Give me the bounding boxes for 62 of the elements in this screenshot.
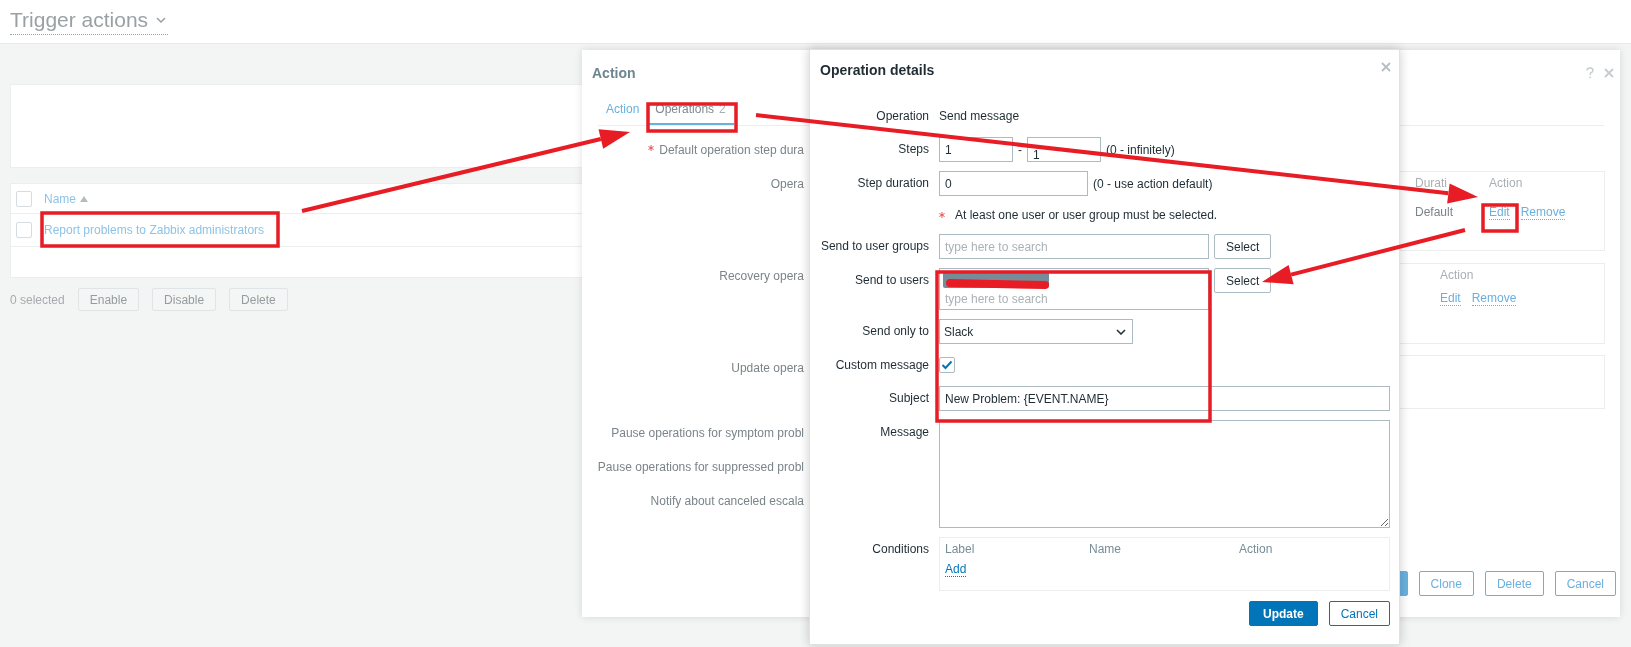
- field-value: Send message: [939, 109, 1020, 123]
- field-label: Send to user groups: [820, 239, 929, 253]
- field-label: Message: [880, 425, 929, 439]
- dialog-button[interactable]: Delete: [1484, 571, 1544, 596]
- update-button[interactable]: Update: [1248, 601, 1318, 626]
- checkbox[interactable]: [16, 222, 32, 238]
- dropdown[interactable]: Slack: [939, 319, 1133, 344]
- dialog-title: Action: [592, 65, 636, 81]
- message-field[interactable]: [939, 420, 1390, 528]
- highlight-box: [1481, 203, 1519, 233]
- table-cell-text: Default: [1415, 205, 1455, 219]
- page-title-menu[interactable]: Trigger actions: [10, 8, 169, 35]
- column-header[interactable]: Name: [44, 191, 88, 206]
- selected-count: 0 selected: [10, 292, 65, 307]
- search-field[interactable]: type here to search: [939, 234, 1209, 259]
- table-link[interactable]: Remove: [1520, 205, 1566, 220]
- close-icon[interactable]: [1381, 62, 1391, 72]
- action-link[interactable]: Report problems to Zabbix administrators: [44, 223, 265, 237]
- field-label: Step duration: [857, 176, 929, 190]
- column-header: Action: [1440, 268, 1475, 282]
- tab[interactable]: Action: [598, 96, 648, 125]
- field-label: Recovery opera: [719, 269, 804, 283]
- field-label: Update opera: [731, 361, 804, 375]
- range-separator: -: [1018, 142, 1022, 157]
- dialog-button[interactable]: Cancel: [1554, 571, 1616, 596]
- chevron-down-icon: [156, 17, 167, 23]
- text-field[interactable]: New Problem: {EVENT.NAME}: [939, 386, 1390, 411]
- field-label: Send to users: [854, 273, 929, 287]
- field-label: Steps: [898, 142, 929, 156]
- dialog-button[interactable]: Clone: [1418, 571, 1474, 596]
- select-button[interactable]: Select: [1214, 268, 1272, 293]
- field-label: Pause operations for symptom probl: [611, 426, 804, 440]
- help-icon[interactable]: [1586, 67, 1594, 79]
- column-header: Name: [1089, 542, 1122, 556]
- field-label: Pause operations for suppressed probl: [597, 460, 804, 474]
- close-icon[interactable]: [1604, 68, 1614, 78]
- checkbox[interactable]: [939, 357, 955, 373]
- field-label: Opera: [770, 177, 804, 191]
- field-hint: (0 - use action default): [1093, 176, 1213, 191]
- column-header: Action: [1489, 176, 1524, 190]
- text-field[interactable]: 0: [939, 171, 1088, 196]
- table-link[interactable]: Remove: [1471, 291, 1517, 306]
- field-label: Custom message: [835, 358, 929, 372]
- table-link[interactable]: Edit: [1440, 291, 1461, 306]
- multiselect-field[interactable]: type here to search: [939, 268, 1209, 310]
- column-header: Action: [1239, 542, 1274, 556]
- field-label: Conditions: [872, 542, 929, 556]
- add-link[interactable]: Add: [945, 562, 967, 577]
- cancel-button[interactable]: Cancel: [1328, 601, 1390, 626]
- field-label: Default operation step dura: [659, 143, 804, 157]
- field-label: Subject: [888, 391, 929, 405]
- field-label: Send only to: [862, 324, 929, 338]
- field-label: Notify about canceled escala: [650, 494, 804, 508]
- required-note: At least one user or user group must be selected.: [955, 208, 1218, 222]
- field-label: Operation: [876, 109, 929, 123]
- column-header: Label: [945, 542, 976, 556]
- column-header: Durati: [1415, 176, 1448, 190]
- table-link[interactable]: Edit: [1489, 205, 1510, 220]
- chevron-down-icon: [1116, 328, 1126, 335]
- select-button[interactable]: Select: [1214, 234, 1272, 259]
- dialog-title: Operation details: [820, 62, 935, 80]
- checkbox[interactable]: [16, 190, 32, 207]
